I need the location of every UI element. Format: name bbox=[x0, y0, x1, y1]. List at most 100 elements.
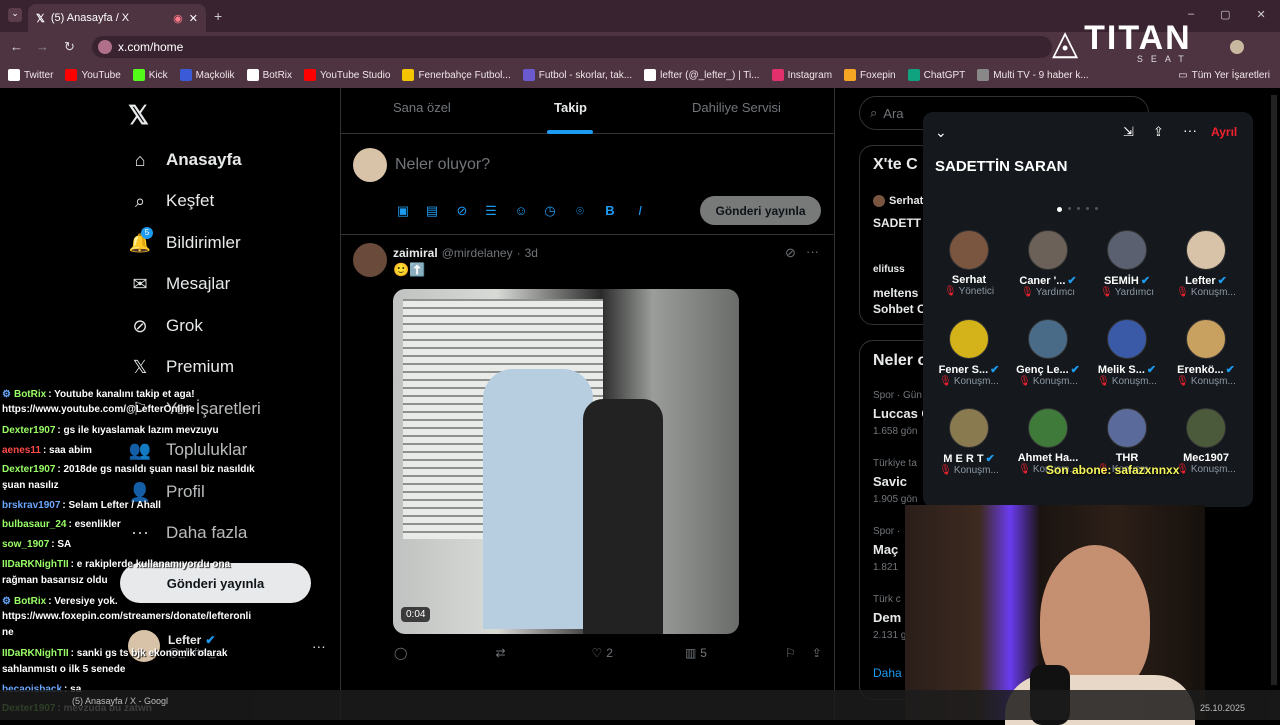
x-favicon-icon: 𝕏 bbox=[36, 12, 45, 25]
nav-mesajlar[interactable]: ✉ Mesajlar bbox=[130, 274, 230, 294]
tab-list[interactable]: Dahiliye Servisi bbox=[692, 100, 781, 115]
bookmark-item[interactable]: ChatGPT bbox=[907, 69, 965, 81]
post-button[interactable]: Gönderi yayınla bbox=[700, 196, 821, 225]
chat-text: : Youtube kanalını takip et aga! bbox=[48, 389, 195, 400]
compose-input[interactable]: Neler oluyor? bbox=[395, 156, 490, 174]
space-participant[interactable]: Caner '... ✔ 🎙 Yardımcı bbox=[1008, 230, 1088, 298]
space-participant[interactable]: M E R T ✔ 🎙 Konuşm... bbox=[929, 408, 1009, 476]
space2-host[interactable]: elifuss bbox=[873, 264, 905, 275]
mic-off-icon: 🎙 bbox=[943, 286, 957, 297]
profile-avatar[interactable] bbox=[1230, 40, 1244, 54]
account-name: Lefter bbox=[168, 633, 202, 647]
tab-following[interactable]: Takip bbox=[554, 100, 587, 115]
show-more-link[interactable]: Daha bbox=[873, 666, 902, 680]
leave-button[interactable]: Ayrıl bbox=[1211, 125, 1237, 139]
collapse-icon[interactable]: ⌄ bbox=[935, 124, 947, 141]
bookmark-icon[interactable]: ⚐ bbox=[785, 646, 796, 660]
schedule-icon[interactable]: ◷ bbox=[542, 203, 558, 219]
back-icon[interactable]: ← bbox=[10, 39, 23, 54]
bold-icon[interactable]: B bbox=[602, 203, 618, 218]
post-author[interactable]: zaimiral bbox=[393, 246, 438, 260]
trend-name[interactable]: Maç bbox=[873, 542, 898, 557]
grok-icon[interactable]: ⊘ bbox=[454, 203, 470, 219]
nav-anasayfa[interactable]: ⌂ Anasayfa bbox=[130, 150, 242, 170]
repost-icon[interactable]: ⇄ bbox=[495, 646, 505, 660]
space-host[interactable]: Serhat bbox=[873, 195, 923, 207]
nav-topluluklar[interactable]: 👥 Topluluklar bbox=[129, 440, 247, 460]
space-participant[interactable]: Fener S... ✔ 🎙 Konuşm... bbox=[929, 319, 1009, 387]
audio-icon[interactable]: ◉ bbox=[173, 12, 183, 25]
bookmark-item[interactable]: lefter (@_lefter_) | Ti... bbox=[644, 69, 760, 81]
italic-icon[interactable]: I bbox=[632, 203, 648, 218]
space-participant[interactable]: Genç Le... ✔ 🎙 Konuşm... bbox=[1008, 319, 1088, 387]
x-logo-icon[interactable]: 𝕏 bbox=[128, 100, 149, 131]
space-participant[interactable]: Serhat 🎙 Yönetici bbox=[929, 230, 1009, 297]
trend-name[interactable]: Dem bbox=[873, 610, 901, 625]
trend-count: 1.821 bbox=[873, 562, 899, 573]
bookmark-item[interactable]: BotRix bbox=[246, 69, 292, 81]
bookmark-item[interactable]: Maçkolik bbox=[179, 69, 235, 81]
grok-post-icon[interactable]: ⊘ bbox=[785, 245, 796, 261]
chat-text: şuan nasılız bbox=[2, 480, 59, 491]
bookmark-item[interactable]: Twitter bbox=[8, 69, 53, 81]
post-avatar[interactable] bbox=[353, 243, 387, 277]
space2-title[interactable]: meltens bbox=[873, 286, 918, 300]
post-handle[interactable]: @mirdelaney bbox=[442, 246, 513, 260]
nav-keşfet[interactable]: ⌕ Keşfet bbox=[130, 191, 214, 211]
nav-premium[interactable]: 𝕏 Premium bbox=[130, 357, 234, 377]
minimize-space-icon[interactable]: ⇲ bbox=[1123, 124, 1134, 140]
space-title[interactable]: SADETT bbox=[873, 216, 921, 230]
reply-icon[interactable]: ◯ bbox=[394, 646, 407, 660]
tab-for-you[interactable]: Sana özel bbox=[393, 100, 451, 115]
location-icon[interactable]: ⌾ bbox=[572, 203, 588, 219]
poll-icon[interactable]: ☰ bbox=[483, 203, 499, 219]
post-video[interactable]: 0:04 bbox=[393, 289, 739, 634]
bookmark-item[interactable]: Multi TV - 9 haber k... bbox=[977, 69, 1089, 81]
space-participant[interactable]: Erenkö... ✔ 🎙 Konuşm... bbox=[1166, 319, 1246, 387]
new-tab-button[interactable]: + bbox=[214, 8, 222, 24]
scrollbar[interactable] bbox=[1271, 95, 1277, 685]
nav-grok[interactable]: ⊘ Grok bbox=[130, 316, 202, 336]
tab-home[interactable]: 𝕏 (5) Anasayfa / X ◉ ✕ bbox=[28, 4, 206, 32]
image-icon[interactable]: ▣ bbox=[395, 203, 411, 219]
share-icon[interactable]: ⇪ bbox=[812, 646, 822, 660]
all-bookmarks[interactable]: ▭ Tüm Yer İşaretleri bbox=[1178, 70, 1270, 81]
maximize-icon[interactable]: ▢ bbox=[1220, 8, 1230, 21]
bookmark-item[interactable]: YouTube Studio bbox=[304, 69, 390, 81]
post-time[interactable]: 3d bbox=[525, 246, 538, 260]
site-info-icon[interactable] bbox=[98, 40, 112, 54]
space-more-icon[interactable]: ··· bbox=[1183, 122, 1197, 138]
trend-name[interactable]: Savic bbox=[873, 474, 907, 489]
post-more-icon[interactable]: ··· bbox=[806, 244, 819, 259]
bookmark-item[interactable]: Instagram bbox=[771, 69, 832, 81]
gif-icon[interactable]: ▤ bbox=[424, 203, 440, 219]
nav-label: Mesajlar bbox=[166, 274, 231, 293]
bookmark-item[interactable]: Futbol - skorlar, tak... bbox=[522, 69, 632, 81]
more-icon[interactable]: ··· bbox=[312, 638, 326, 654]
participant-role: 🎙 Konuşm... bbox=[929, 465, 1009, 476]
share-space-icon[interactable]: ⇪ bbox=[1153, 124, 1164, 140]
emoji-icon[interactable]: ☺ bbox=[513, 203, 529, 218]
space-participant[interactable]: SEMİH ✔ 🎙 Yardımcı bbox=[1087, 230, 1167, 298]
url-bar[interactable]: x.com/home bbox=[92, 36, 1052, 58]
bookmark-item[interactable]: Foxepin bbox=[844, 69, 896, 81]
nav-profil[interactable]: 👤 Profil bbox=[129, 482, 205, 502]
views-icon[interactable]: ▥ bbox=[685, 646, 696, 660]
post-text: 🙂⬆️ bbox=[393, 262, 426, 277]
bookmark-item[interactable]: Kick bbox=[132, 69, 168, 81]
bookmark-item[interactable]: YouTube bbox=[65, 69, 121, 81]
like-icon[interactable]: ♡ bbox=[592, 646, 603, 660]
space2-sub[interactable]: Sohbet C bbox=[873, 302, 926, 316]
participant-avatar bbox=[949, 408, 989, 448]
verified-icon: ✔ bbox=[990, 364, 1000, 376]
reload-icon[interactable]: ↻ bbox=[64, 39, 75, 55]
bookmark-item[interactable]: Fenerbahçe Futbol... bbox=[402, 69, 511, 81]
space-participant[interactable]: Melik S... ✔ 🎙 Konuşm... bbox=[1087, 319, 1167, 387]
space-participant[interactable]: Lefter ✔ 🎙 Konuşm... bbox=[1166, 230, 1246, 298]
close-window-icon[interactable]: ✕ bbox=[1257, 8, 1266, 21]
tab-search-button[interactable]: ⌄ bbox=[8, 8, 22, 22]
tab-close-icon[interactable]: ✕ bbox=[189, 12, 198, 25]
forward-icon[interactable]: → bbox=[36, 39, 49, 54]
nav-daha-fazla[interactable]: ⋯ Daha fazla bbox=[130, 523, 247, 543]
taskbar-window[interactable]: (5) Anasayfa / X - Googl bbox=[72, 696, 168, 706]
